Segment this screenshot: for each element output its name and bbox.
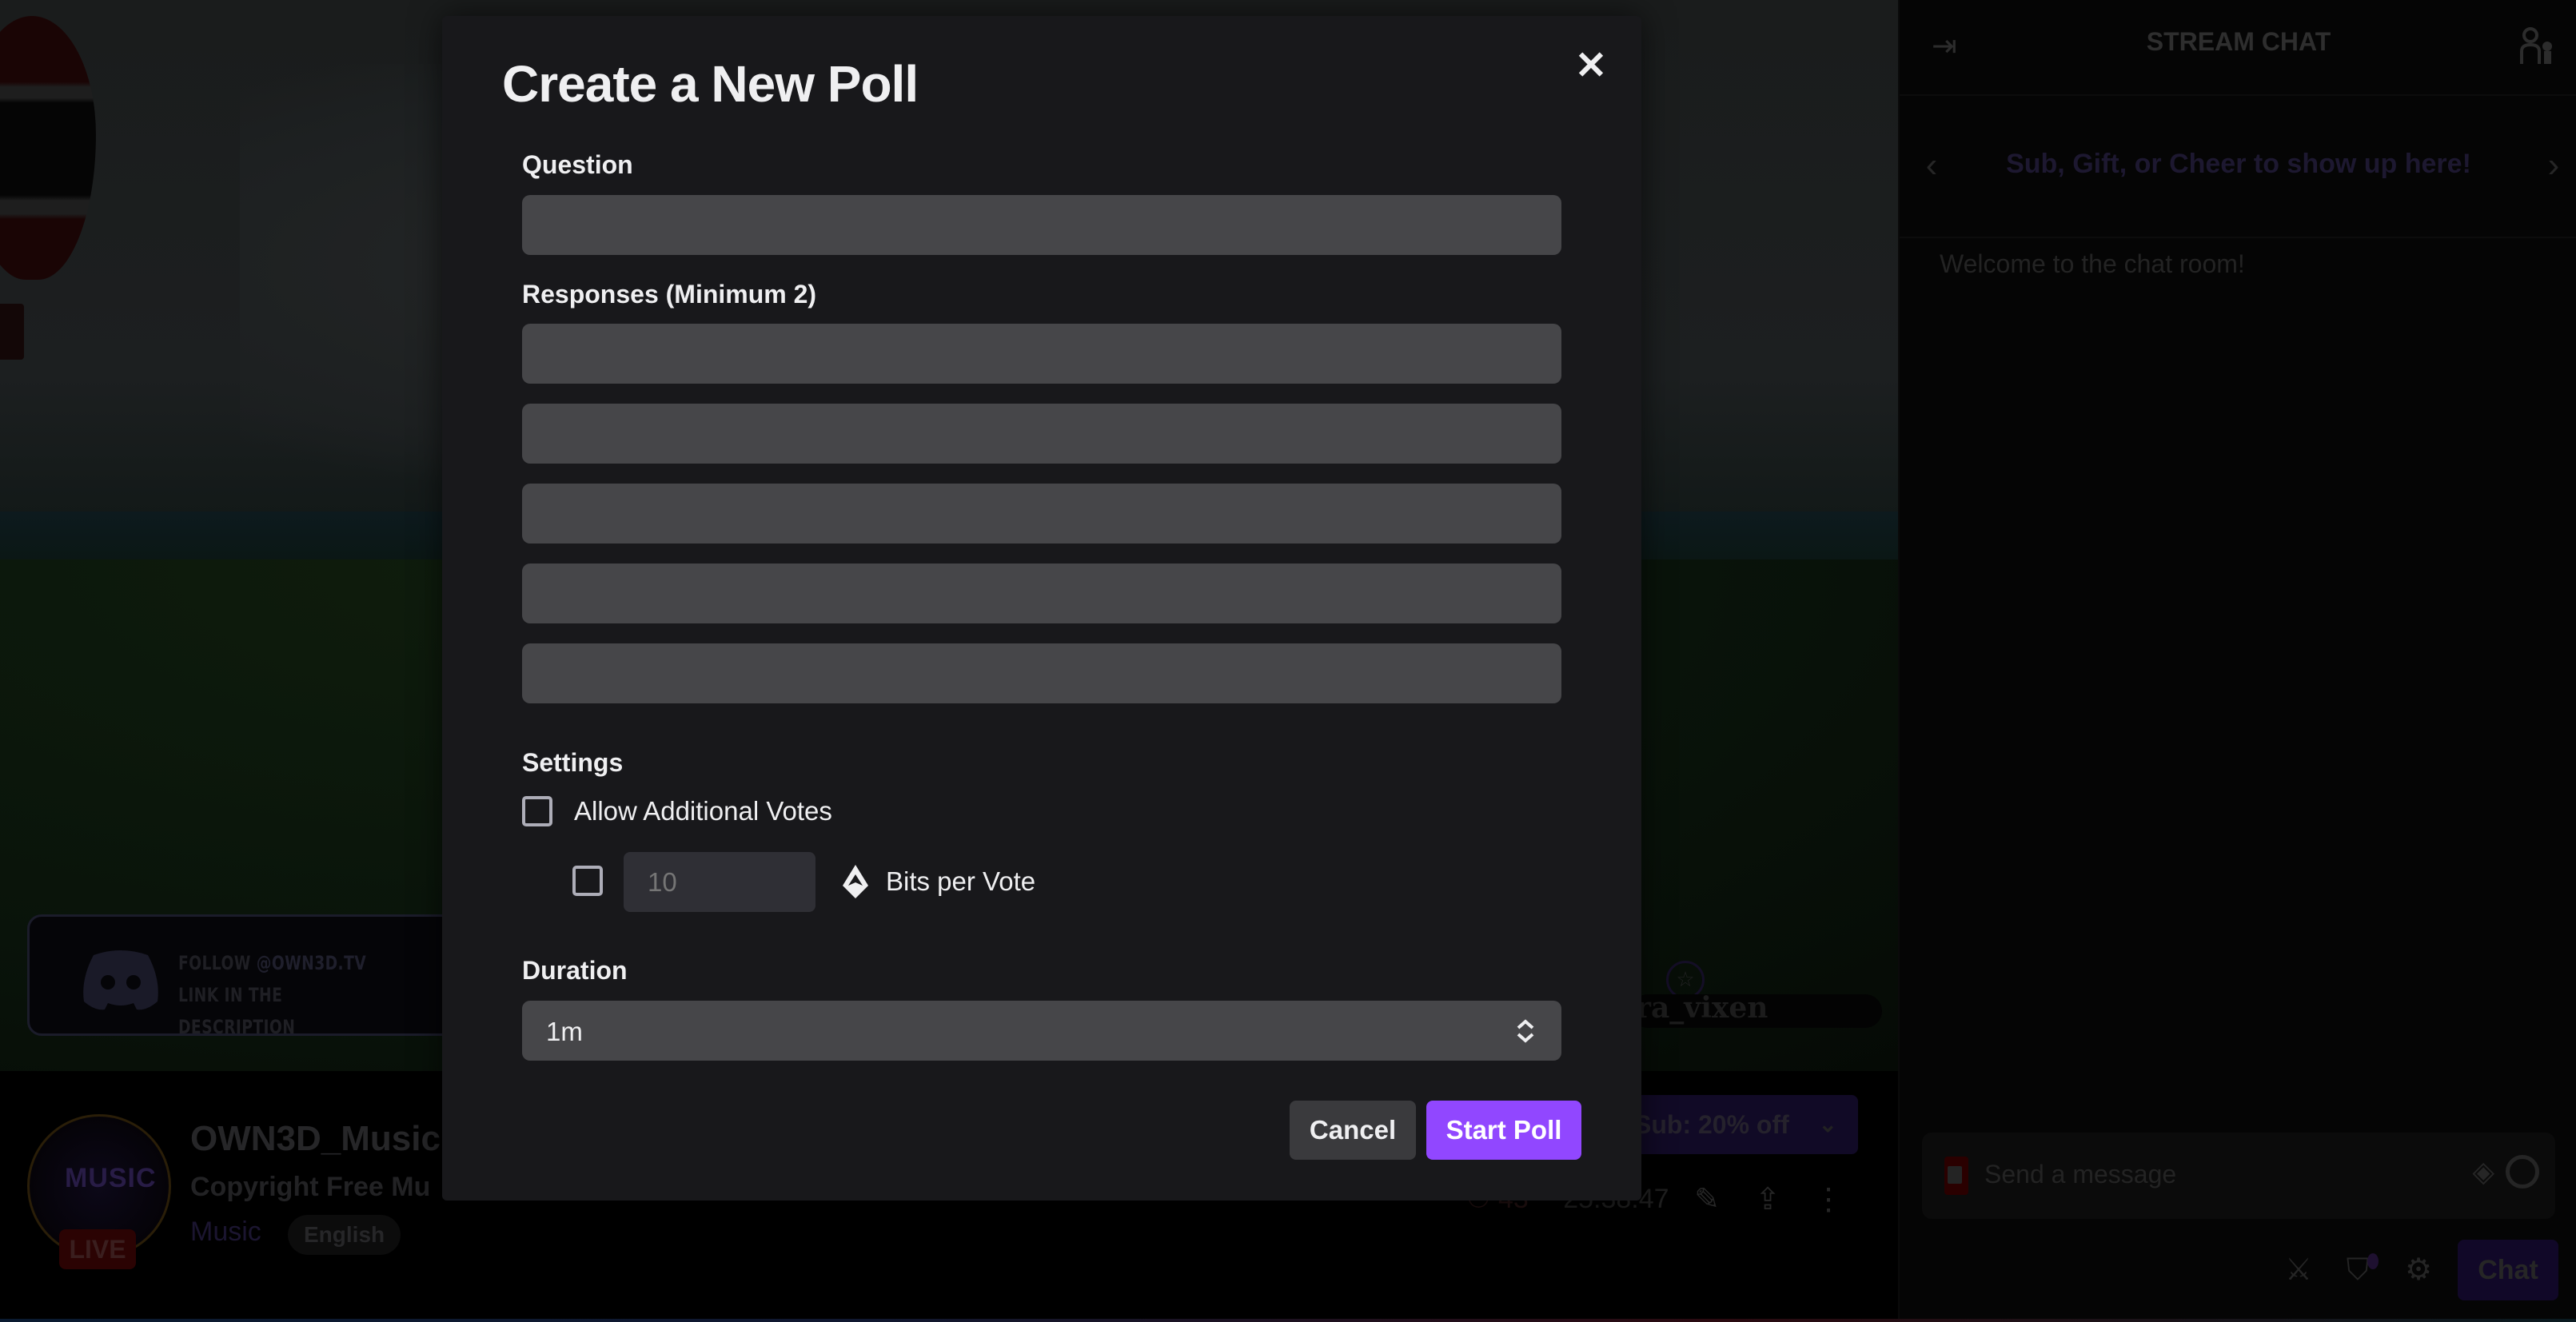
- hot-air-balloon: [0, 16, 96, 280]
- bits-per-vote-label: Bits per Vote: [886, 866, 1036, 896]
- cancel-button[interactable]: Cancel: [1290, 1101, 1416, 1160]
- emote-icon[interactable]: [2506, 1155, 2539, 1189]
- discord-overlay: FOLLOW @OWN3D.TV LINK IN THE DESCRIPTION: [27, 914, 464, 1038]
- responses-label: Responses (Minimum 2): [522, 280, 817, 309]
- promo-text: Sub, Gift, or Cheer to show up here!: [2006, 149, 2471, 179]
- duration-select[interactable]: 1m: [522, 1001, 1561, 1061]
- chat-input-placeholder: Send a message: [1984, 1160, 2177, 1189]
- bits-icon: [843, 865, 868, 898]
- settings-gear-icon[interactable]: ⚙: [2400, 1252, 2437, 1288]
- chevron-right-icon[interactable]: ›: [2538, 145, 2570, 185]
- more-options-icon[interactable]: ⋮: [1810, 1181, 1847, 1218]
- duration-selected-value: 1m: [546, 1017, 583, 1046]
- nametag-text: ra_vixen: [1636, 991, 1769, 1025]
- chevron-down-icon: ⌄: [1818, 1112, 1837, 1137]
- response-input-5[interactable]: [522, 643, 1561, 703]
- discord-text: FOLLOW @OWN3D.TV LINK IN THE DESCRIPTION: [178, 947, 399, 1043]
- close-icon[interactable]: ✕: [1571, 46, 1611, 86]
- duration-label: Duration: [522, 956, 628, 985]
- avatar-logo-text: MUSIC: [65, 1163, 157, 1193]
- chat-welcome-message: Welcome to the chat room!: [1940, 249, 2245, 278]
- notification-dot: [2367, 1253, 2379, 1269]
- community-icon[interactable]: [2518, 26, 2555, 66]
- chat-title: STREAM CHAT: [2146, 27, 2331, 56]
- category-link[interactable]: Music: [190, 1216, 261, 1248]
- settings-label: Settings: [522, 748, 624, 777]
- bits-per-vote-input[interactable]: [624, 852, 815, 912]
- balloon-basket: [0, 304, 24, 360]
- allow-additional-votes-checkbox[interactable]: [522, 796, 552, 826]
- response-input-4[interactable]: [522, 563, 1561, 623]
- live-badge: LIVE: [59, 1229, 136, 1269]
- start-poll-button[interactable]: Start Poll: [1426, 1101, 1581, 1160]
- question-label: Question: [522, 150, 633, 179]
- modal-title: Create a New Poll: [502, 55, 919, 113]
- create-poll-modal: Create a New Poll ✕ Question Responses (…: [442, 16, 1641, 1201]
- camera-icon[interactable]: [1944, 1157, 1968, 1195]
- edit-icon[interactable]: ✎: [1689, 1181, 1725, 1218]
- follow-handle: @OWN3D.TV: [256, 952, 367, 974]
- chat-panel: ⇥ STREAM CHAT ‹ Sub, Gift, or Cheer to s…: [1898, 0, 2576, 1322]
- chat-divider: [1900, 237, 2576, 238]
- response-input-1[interactable]: [522, 324, 1561, 384]
- bits-icon[interactable]: ◈: [2472, 1155, 2494, 1189]
- chat-header: ⇥ STREAM CHAT: [1900, 0, 2576, 88]
- sword-icon[interactable]: ⚔: [2280, 1252, 2317, 1288]
- chat-send-button[interactable]: Chat: [2458, 1240, 2558, 1300]
- channel-name[interactable]: OWN3D_Music: [190, 1119, 441, 1159]
- follow-text: FOLLOW: [178, 952, 251, 974]
- chat-divider: [1900, 94, 2576, 96]
- question-input[interactable]: [522, 195, 1561, 255]
- share-icon[interactable]: ⇪: [1749, 1181, 1786, 1218]
- stream-title: Copyright Free Mu: [190, 1172, 431, 1202]
- response-input-3[interactable]: [522, 484, 1561, 544]
- link-text: LINK IN THE DESCRIPTION: [178, 984, 296, 1038]
- bottom-strip: [0, 1319, 2576, 1322]
- response-input-2[interactable]: [522, 404, 1561, 464]
- discord-icon: [83, 950, 158, 1010]
- bits-per-vote-checkbox[interactable]: [572, 866, 603, 896]
- allow-additional-votes-label[interactable]: Allow Additional Votes: [574, 796, 832, 826]
- language-tag[interactable]: English: [288, 1215, 401, 1255]
- chat-message-input[interactable]: Send a message ◈: [1922, 1133, 2555, 1219]
- subscribe-label: Sub: 20% off: [1634, 1110, 1789, 1139]
- select-chevrons-icon: [1517, 1019, 1534, 1043]
